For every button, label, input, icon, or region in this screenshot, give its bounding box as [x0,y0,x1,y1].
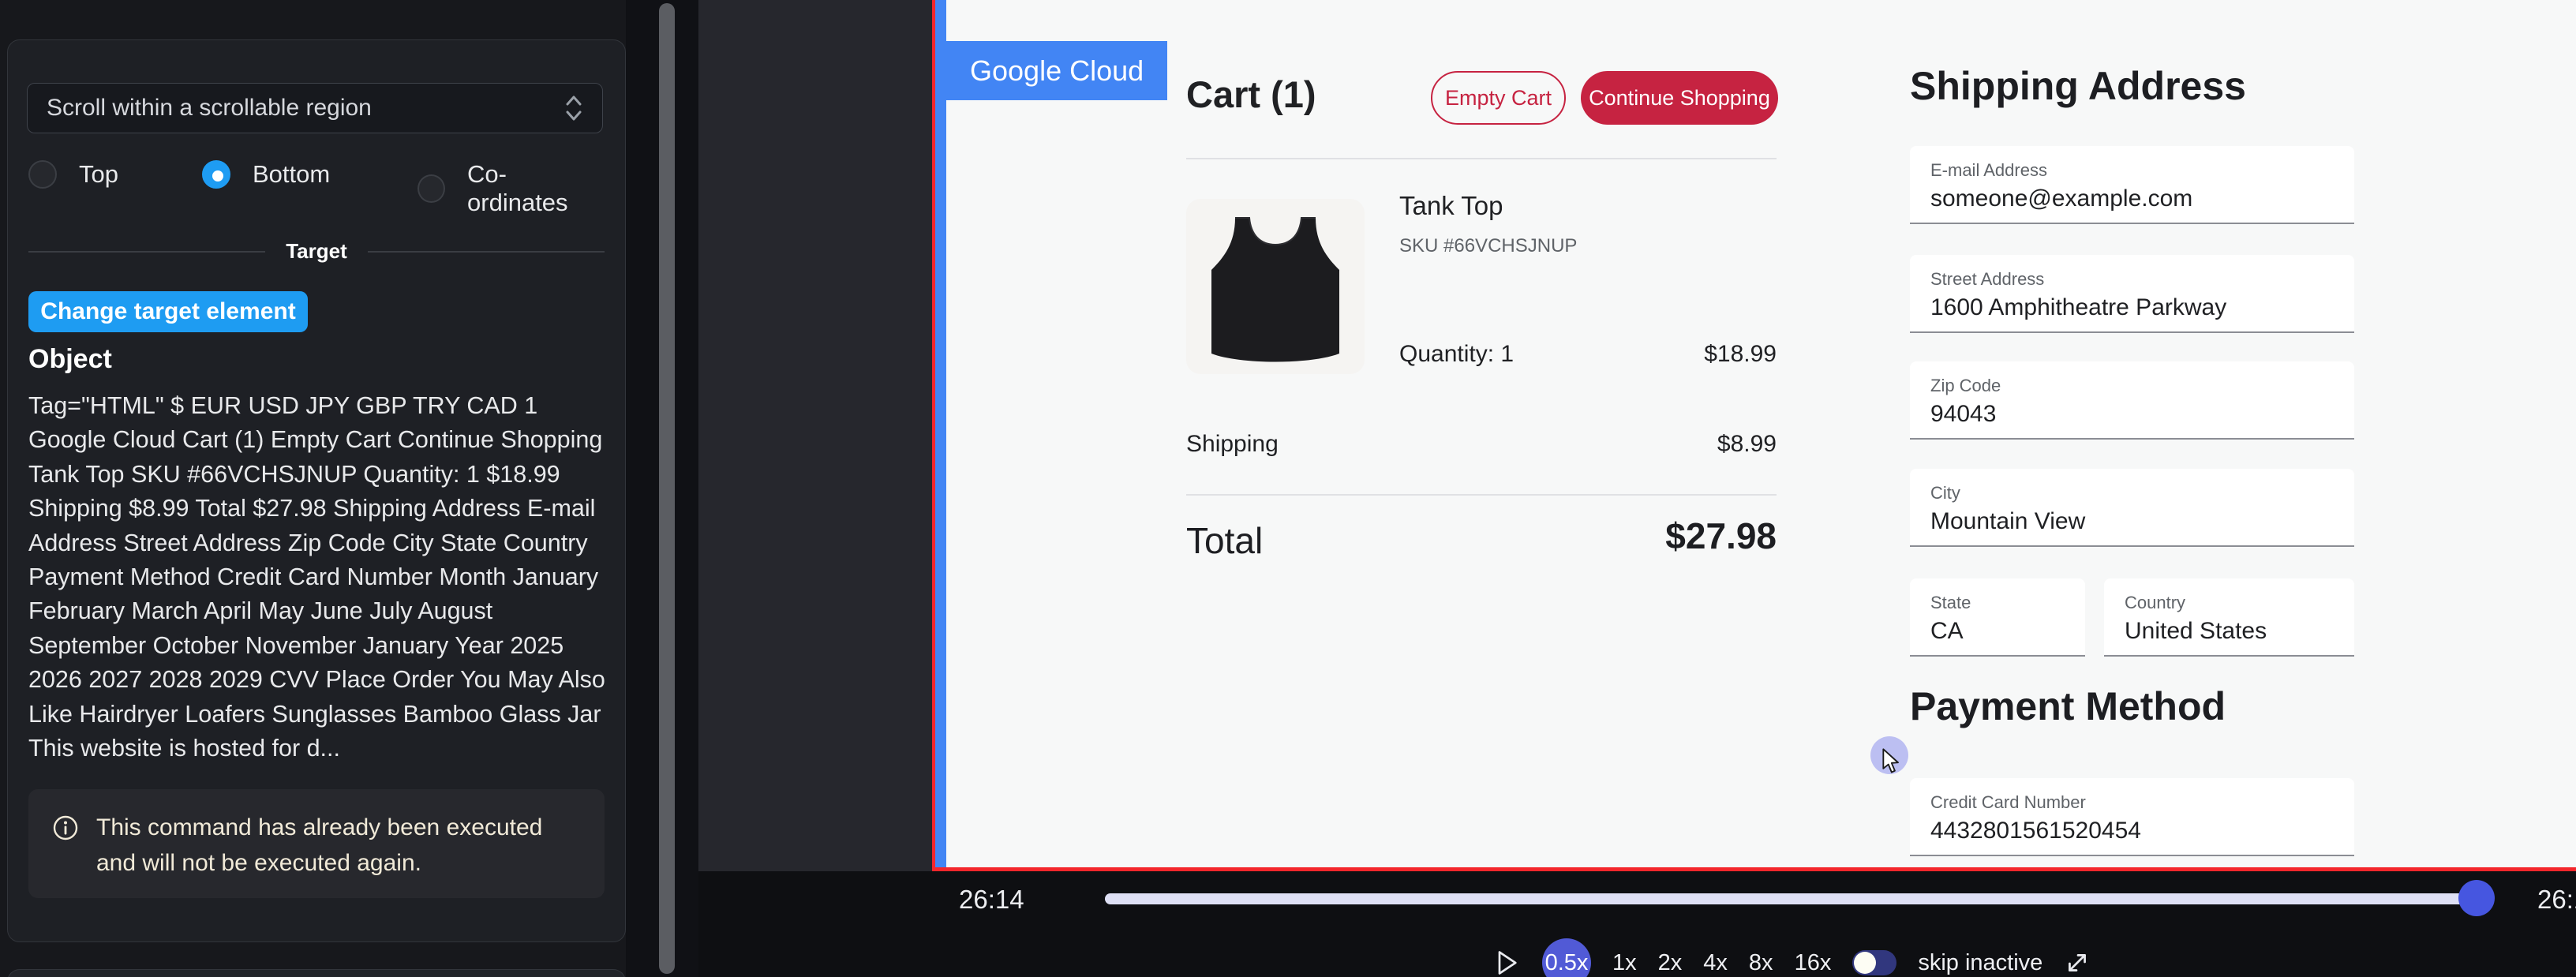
object-text: Tag="HTML" $ EUR USD JPY GBP TRY CAD 1 G… [28,389,606,766]
divider-line [368,251,605,253]
replay-stage-padding [698,0,932,871]
timeline-handle[interactable] [2458,880,2495,916]
target-section-divider: Target [28,239,605,264]
city-field[interactable]: City Mountain View [1910,469,2354,547]
credit-card-field-value: 4432801561520454 [1930,818,2141,844]
product-image [1186,199,1365,374]
sidebar-scrollbar-track[interactable] [626,0,698,977]
page-scrollbar-highlight [935,0,946,867]
state-field[interactable]: State CA [1910,578,2085,657]
state-field-label: State [1930,593,1971,613]
speed-8x-button[interactable]: 8x [1749,950,1773,976]
continue-shopping-button[interactable]: Continue Shopping [1581,71,1778,125]
google-cloud-badge-label: Google Cloud [970,54,1144,88]
cart-title: Cart (1) [1186,73,1316,116]
radio-top-circle [28,160,57,189]
already-executed-notice: This command has already been executed a… [28,789,605,898]
cart-divider [1186,158,1777,159]
street-address-field[interactable]: Street Address 1600 Amphitheatre Parkway [1910,255,2354,333]
shipping-value: $8.99 [1717,431,1777,458]
street-address-field-label: Street Address [1930,269,2044,290]
info-icon [52,814,79,841]
skip-inactive-toggle-knob [1854,952,1876,974]
radio-coordinates-circle [417,174,445,203]
object-heading: Object [28,344,112,375]
command-panel: Scroll within a scrollable region Top Bo… [7,39,626,942]
radio-top-label: Top [79,160,118,189]
email-field-value: someone@example.com [1930,185,2192,212]
email-field-label: E-mail Address [1930,160,2047,181]
radio-bottom-label: Bottom [253,160,330,189]
zip-code-field[interactable]: Zip Code 94043 [1910,361,2354,440]
speed-1x-button[interactable]: 1x [1612,950,1637,976]
total-value: $27.98 [1665,515,1777,557]
next-command-card [7,969,626,977]
empty-cart-button[interactable]: Empty Cart [1431,71,1566,125]
country-field-value: United States [2125,618,2267,645]
country-field-label: Country [2125,593,2185,613]
command-type-select-value: Scroll within a scrollable region [47,95,372,122]
replay-viewport: Google Cloud Cart (1) Empty Cart Continu… [932,0,2576,871]
scroll-position-radio-group: Top Bottom Co-ordinates [28,160,603,190]
sidebar: Scroll within a scrollable region Top Bo… [0,0,626,977]
speed-2x-button[interactable]: 2x [1658,950,1683,976]
end-time: 26:15 [2537,885,2576,915]
radio-bottom-circle [202,160,230,189]
credit-card-field-label: Credit Card Number [1930,792,2086,813]
command-type-select[interactable]: Scroll within a scrollable region [27,83,603,133]
speed-4x-button[interactable]: 4x [1703,950,1728,976]
product-price: $18.99 [1704,341,1777,368]
city-field-label: City [1930,483,1960,503]
cart-section: Cart (1) Empty Cart Continue Shopping Ta… [1186,0,1777,867]
shipping-label: Shipping [1186,431,1279,458]
zip-code-field-label: Zip Code [1930,376,2001,396]
street-address-field-value: 1600 Amphitheatre Parkway [1930,294,2226,321]
change-target-button[interactable]: Change target element [28,291,308,332]
country-field[interactable]: Country United States [2104,578,2354,657]
product-quantity: Quantity: 1 [1399,341,1514,368]
zip-code-field-value: 94043 [1930,401,1996,428]
city-field-value: Mountain View [1930,508,2085,535]
skip-inactive-label: skip inactive [1918,950,2042,976]
total-label: Total [1186,519,1263,562]
target-section-label: Target [286,239,347,264]
app-root: Scroll within a scrollable region Top Bo… [0,0,2576,977]
player-controls: 0.5x 1x 2x 4x 8x 16x skip inactive [1492,938,2091,977]
checkout-form-section: Shipping Address E-mail Address someone@… [1910,0,2354,867]
radio-coordinates-label: Co-ordinates [467,160,603,217]
fullscreen-button[interactable] [2064,949,2091,976]
product-sku: SKU #66VCHSJNUP [1399,235,1577,257]
sidebar-scrollbar-thumb[interactable] [659,3,675,974]
notice-text: This command has already been executed a… [96,810,581,878]
current-time: 26:14 [959,885,1024,915]
skip-inactive-toggle[interactable] [1852,950,1896,975]
radio-coordinates[interactable]: Co-ordinates [417,160,603,217]
divider-line [28,251,265,253]
select-chevron-icon [563,92,585,124]
email-field[interactable]: E-mail Address someone@example.com [1910,146,2354,224]
player-bar: 26:14 26:15 0.5x 1x 2x 4x 8x 16x skip in… [698,871,2576,977]
mouse-cursor-icon [1881,748,1904,774]
product-name: Tank Top [1399,191,1503,221]
payment-method-heading: Payment Method [1910,683,2226,729]
play-button[interactable] [1492,949,1521,977]
tank-top-image [1186,199,1365,374]
credit-card-field[interactable]: Credit Card Number 4432801561520454 [1910,778,2354,856]
shipping-address-heading: Shipping Address [1910,63,2246,109]
timeline-slider[interactable] [1105,893,2478,904]
radio-bottom[interactable]: Bottom [202,160,330,189]
google-cloud-badge: Google Cloud [946,41,1167,100]
radio-top[interactable]: Top [28,160,118,189]
total-divider [1186,494,1777,496]
speed-16x-button[interactable]: 16x [1795,950,1832,976]
state-field-value: CA [1930,618,1964,645]
speed-0.5x-button[interactable]: 0.5x [1542,938,1591,977]
